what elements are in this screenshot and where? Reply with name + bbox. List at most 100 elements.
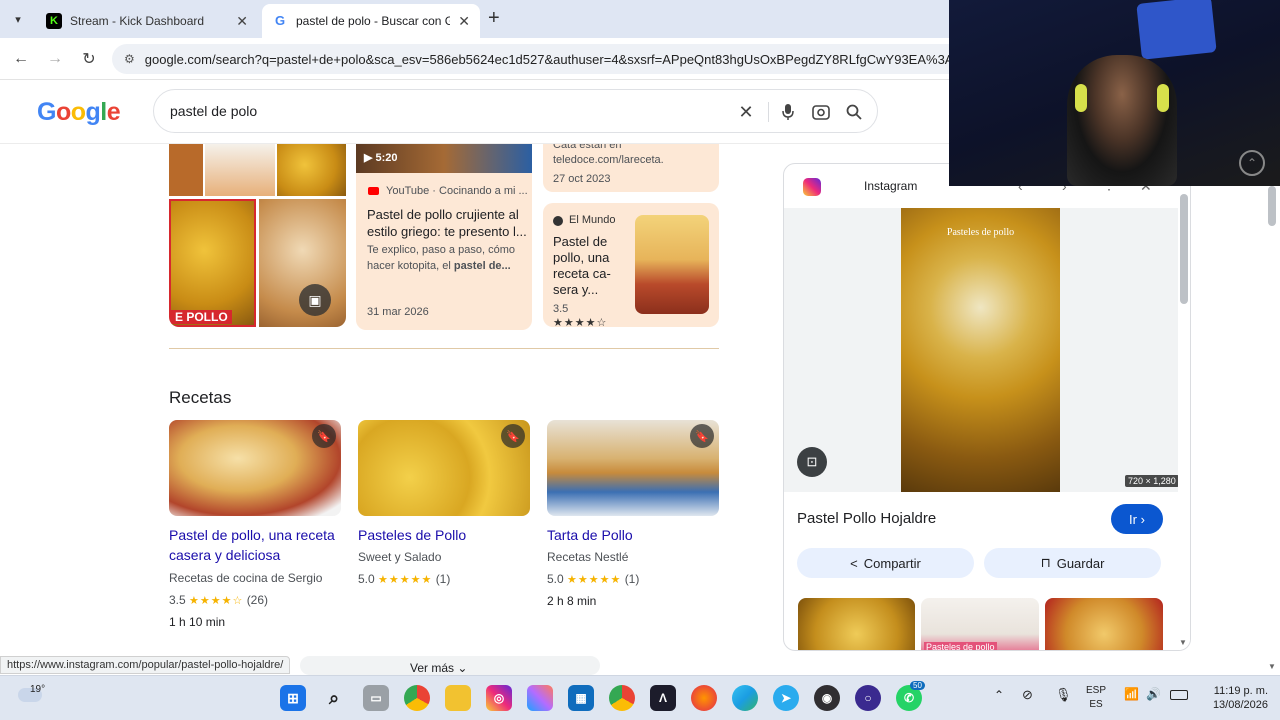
instagram-icon[interactable]: ◎ [486, 685, 512, 711]
recipe-card[interactable]: 🔖 Pastel de pollo, una receta casera y d… [169, 420, 341, 630]
bookmark-icon[interactable]: 🔖 [312, 424, 336, 448]
video-date: 31 mar 2026 [367, 306, 429, 318]
collage-image [169, 144, 203, 196]
telegram-icon[interactable]: ➤ [773, 685, 799, 711]
volume-icon[interactable]: 🔊 [1146, 687, 1161, 701]
recipe-title[interactable]: Pastel de pollo, una receta casera y del… [169, 525, 341, 565]
bookmark-icon[interactable]: 🔖 [501, 424, 525, 448]
page-scroll-down-icon[interactable]: ▼ [1268, 662, 1276, 671]
scrollbar-thumb[interactable] [1180, 194, 1188, 304]
tab-google-search[interactable]: G pastel de polo - Buscar con Goo ✕ [262, 4, 480, 38]
back-arrow-icon[interactable]: ← [10, 48, 32, 70]
video-title[interactable]: Pastel de pollo crujiente al estilo grie… [367, 206, 527, 240]
recipe-card[interactable]: 🔖 Pasteles de Pollo Sweet y Salado 5.0 ★… [358, 420, 530, 600]
recipe-card[interactable]: 🔖 Tarta de Pollo Recetas Nestlé 5.0 ★★★★… [547, 420, 719, 620]
section-divider [169, 348, 719, 349]
obs-icon[interactable]: ◉ [814, 685, 840, 711]
notification-badge: 50 [910, 681, 925, 690]
app-icon[interactable]: ○ [855, 685, 881, 711]
panel-title[interactable]: Pastel Pollo Hojaldre [797, 510, 936, 527]
microphone-icon[interactable]: 🎙 [1055, 687, 1072, 703]
recipe-title[interactable]: Pasteles de Pollo [358, 525, 530, 545]
video-snippet: Te explico, paso a paso, cómo hacer koto… [367, 244, 515, 272]
recipe-time: 1 h 10 min [169, 615, 226, 629]
video-card[interactable]: ▶ 5:20 YouTube · Cocinando a mi ... Past… [356, 144, 532, 330]
status-url: https://www.instagram.com/popular/pastel… [0, 656, 291, 674]
store-icon[interactable]: ▦ [568, 685, 594, 711]
firefox-icon[interactable] [691, 685, 717, 711]
page-scrollbar-thumb[interactable] [1268, 186, 1276, 226]
logo-letter: g [85, 98, 101, 126]
search-icon[interactable] [842, 100, 866, 124]
bookmark-icon[interactable]: 🔖 [690, 424, 714, 448]
image-dimensions: 720 × 1,280 [1125, 475, 1179, 487]
edge-icon[interactable] [732, 685, 758, 711]
copilot-icon[interactable] [527, 685, 553, 711]
kick-icon: K [46, 13, 62, 29]
close-tab-icon[interactable]: ✕ [236, 13, 248, 30]
language-indicator[interactable]: ESP ES [1086, 684, 1106, 712]
lens-icon[interactable] [809, 100, 833, 124]
article-image [635, 215, 709, 314]
start-icon[interactable]: ⊞ [280, 685, 306, 711]
recipe-time: 2 h 8 min [547, 594, 597, 608]
image-collage[interactable]: E POLLO ▣ [169, 144, 346, 327]
article-card-teledoce[interactable]: Cata están en teledoce.com/lareceta. 27 … [543, 144, 719, 192]
site-info-icon[interactable]: ⚙ [124, 52, 135, 66]
related-thumb[interactable] [1045, 598, 1163, 650]
chrome-icon[interactable] [609, 685, 635, 711]
article-date: 27 oct 2023 [553, 173, 611, 185]
logo-letter: o [70, 98, 86, 126]
google-lens-icon[interactable]: ⊡ [797, 447, 827, 477]
logo-letter: o [55, 98, 71, 126]
share-button[interactable]: < Compartir [797, 548, 974, 578]
collage-label: E POLLO [171, 310, 232, 324]
new-tab-button[interactable]: + [488, 7, 500, 30]
chrome-icon[interactable] [404, 685, 430, 711]
article-rating: 3.5 [553, 303, 569, 315]
clock-date: 13/08/2026 [1212, 699, 1268, 711]
wifi-icon[interactable]: 📶 [1124, 687, 1139, 701]
webcam-overlay: ⌃ [949, 0, 1280, 186]
clock[interactable]: 11:19 p. m. 13/08/2026 [1198, 684, 1268, 712]
instagram-icon [803, 178, 821, 196]
logo-letter: G [37, 98, 56, 126]
search-icon[interactable]: ⌕ [321, 685, 347, 711]
article-title[interactable]: Pastel de pollo, una receta ca-sera y... [553, 234, 625, 298]
recipe-rating-row: 3.5 ★★★★☆ (26) [169, 593, 269, 607]
recipe-source: Recetas de cocina de Sergio [169, 571, 323, 585]
google-logo[interactable]: Google [37, 98, 121, 127]
logo-letter: e [106, 98, 121, 126]
preview-image[interactable] [901, 208, 1060, 492]
reload-icon[interactable]: ↻ [78, 48, 100, 70]
article-source: El Mundo [569, 214, 616, 226]
recipe-title[interactable]: Tarta de Pollo [547, 525, 719, 545]
more-button[interactable]: Ver más ⌄ [410, 661, 467, 675]
file-explorer-icon[interactable] [445, 685, 471, 711]
panel-source[interactable]: Instagram [864, 179, 917, 193]
google-icon: G [274, 13, 286, 28]
forward-arrow-icon[interactable]: → [44, 48, 66, 70]
collage-image [277, 144, 346, 196]
keyboard-code: ES [1089, 699, 1103, 710]
close-tab-icon[interactable]: ✕ [458, 13, 470, 30]
clear-icon[interactable]: ✕ [734, 100, 758, 124]
microphone-icon[interactable] [776, 100, 800, 124]
image-gallery-icon[interactable]: ▣ [299, 284, 331, 316]
network-off-icon[interactable]: ⊘ [1022, 687, 1033, 703]
article-card-el-mundo[interactable]: El Mundo Pastel de pollo, una receta ca-… [543, 203, 719, 327]
scroll-down-icon[interactable]: ▼ [1179, 638, 1187, 647]
search-input[interactable]: pastel de polo [170, 103, 257, 119]
task-view-icon[interactable]: ▭ [363, 685, 389, 711]
app-icon[interactable]: Λ [650, 685, 676, 711]
image-caption: Pasteles de pollo [946, 227, 1015, 238]
tab-kick-dashboard[interactable]: K Stream - Kick Dashboard ✕ [36, 4, 258, 38]
related-thumb[interactable] [798, 598, 915, 650]
tab-search-button[interactable]: ▾ [8, 9, 28, 29]
save-button[interactable]: ⊓ Guardar [984, 548, 1161, 578]
battery-icon[interactable] [1170, 690, 1188, 700]
banner-logo [1136, 0, 1217, 60]
show-hidden-icons[interactable]: ⌃ [994, 688, 1004, 702]
go-button[interactable]: Ir › [1111, 504, 1163, 534]
search-box[interactable]: pastel de polo ✕ [153, 89, 878, 133]
